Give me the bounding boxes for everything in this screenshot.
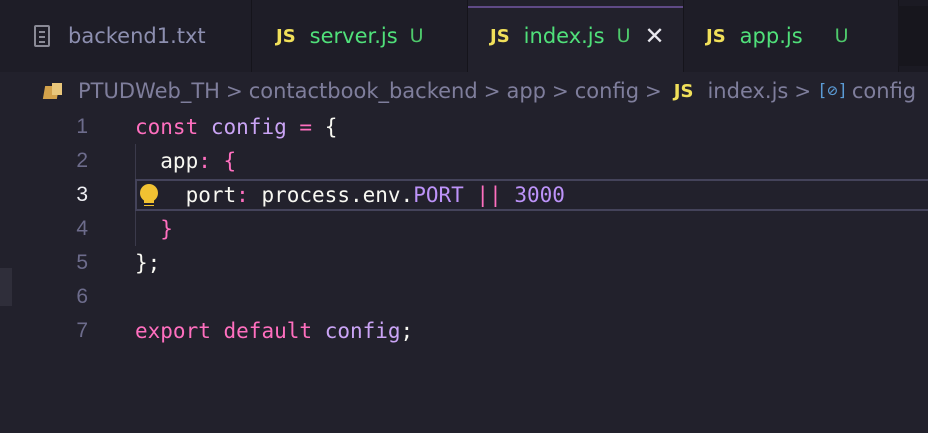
- line-number: 3: [76, 183, 88, 206]
- code-line[interactable]: 5};: [0, 246, 928, 280]
- code-text: const config = {: [135, 115, 337, 139]
- js-file-icon: JS: [276, 25, 296, 47]
- breadcrumb-separator-icon: >: [552, 79, 569, 103]
- variable-symbol-icon: [⊘]: [817, 81, 848, 101]
- breadcrumb-item-contactbook-backend[interactable]: contactbook_backend: [249, 79, 478, 103]
- line-number: 7: [76, 319, 88, 342]
- code-token: config: [324, 319, 401, 343]
- code-token: export: [135, 319, 211, 343]
- code-editor[interactable]: 1 const config = {2 app: {3 port: process…: [0, 110, 928, 433]
- code-token: ;: [400, 319, 414, 343]
- code-line[interactable]: 1 const config = {: [0, 110, 928, 144]
- breadcrumb-separator-icon: >: [483, 79, 501, 103]
- lightbulb-icon[interactable]: [139, 184, 159, 208]
- breadcrumb-item-config-folder[interactable]: config: [575, 79, 639, 103]
- breadcrumb-item-ptudweb-th[interactable]: PTUDWeb_TH: [78, 79, 220, 103]
- tab-app-js[interactable]: JS app.js U: [684, 0, 899, 72]
- tab-label: backend1.txt: [68, 24, 206, 48]
- line-number: 1: [76, 115, 88, 138]
- text-file-icon: [34, 25, 50, 47]
- breadcrumb-item-config-symbol[interactable]: config: [852, 79, 916, 103]
- tab-bar-empty-area: [898, 0, 928, 72]
- code-token: process.env.: [248, 183, 414, 207]
- code-token: :: [198, 149, 211, 173]
- folder-icon: [42, 83, 62, 99]
- js-file-icon: JS: [490, 25, 510, 47]
- tab-label: app.js: [739, 24, 803, 48]
- git-untracked-badge: U: [409, 25, 424, 47]
- code-line[interactable]: 6: [0, 280, 928, 314]
- breadcrumb-separator-icon: >: [645, 79, 662, 103]
- breadcrumb-item-app[interactable]: app: [506, 79, 546, 103]
- code-token: }: [160, 217, 173, 241]
- code-text: port: process.env.PORT || 3000: [135, 183, 565, 207]
- code-token: const: [135, 115, 199, 139]
- code-line[interactable]: 7 export default config;: [0, 314, 928, 348]
- code-token: config: [210, 115, 287, 139]
- line-number: 6: [76, 285, 88, 308]
- tab-bar-actions-area: [898, 6, 928, 66]
- breadcrumb-separator-icon: >: [794, 79, 812, 103]
- code-text: export default config;: [135, 319, 413, 343]
- code-text: }: [135, 217, 173, 241]
- tab-backend1-txt[interactable]: backend1.txt: [0, 0, 252, 72]
- code-line[interactable]: 3 port: process.env.PORT || 3000: [0, 178, 928, 212]
- close-tab-icon[interactable]: ✕: [645, 22, 665, 50]
- line-number: 4: [76, 217, 88, 240]
- js-file-icon: JS: [673, 80, 694, 102]
- breadcrumb-item-index-js[interactable]: index.js: [707, 79, 788, 103]
- code-token: app: [135, 149, 199, 173]
- code-token: {: [223, 149, 237, 173]
- code-token: =: [299, 115, 313, 139]
- code-text: };: [135, 251, 160, 275]
- code-token: {: [312, 115, 338, 139]
- line-number: 5: [76, 251, 88, 274]
- code-line[interactable]: 2 app: {: [0, 144, 928, 178]
- code-token: 3000: [514, 183, 565, 207]
- git-untracked-badge: U: [616, 25, 631, 47]
- code-text: app: {: [135, 149, 236, 173]
- code-line[interactable]: 4 }: [0, 212, 928, 246]
- breadcrumb: PTUDWeb_TH > contactbook_backend > app >…: [0, 72, 928, 110]
- js-file-icon: JS: [706, 25, 726, 47]
- git-untracked-badge: U: [834, 25, 849, 47]
- code-token: PORT: [413, 183, 464, 207]
- tab-label: server.js: [309, 24, 398, 48]
- code-token: };: [135, 251, 161, 275]
- code-token: default: [223, 319, 313, 343]
- code-token: :: [236, 183, 249, 207]
- line-number: 2: [76, 149, 88, 172]
- editor-tab-bar: backend1.txt JS server.js U JS index.js …: [0, 0, 928, 72]
- breadcrumb-separator-icon: >: [225, 79, 243, 103]
- tab-index-js[interactable]: JS index.js U ✕: [468, 0, 684, 72]
- tab-server-js[interactable]: JS server.js U: [252, 0, 468, 72]
- code-token: ||: [476, 183, 502, 207]
- tab-label: index.js: [523, 24, 605, 48]
